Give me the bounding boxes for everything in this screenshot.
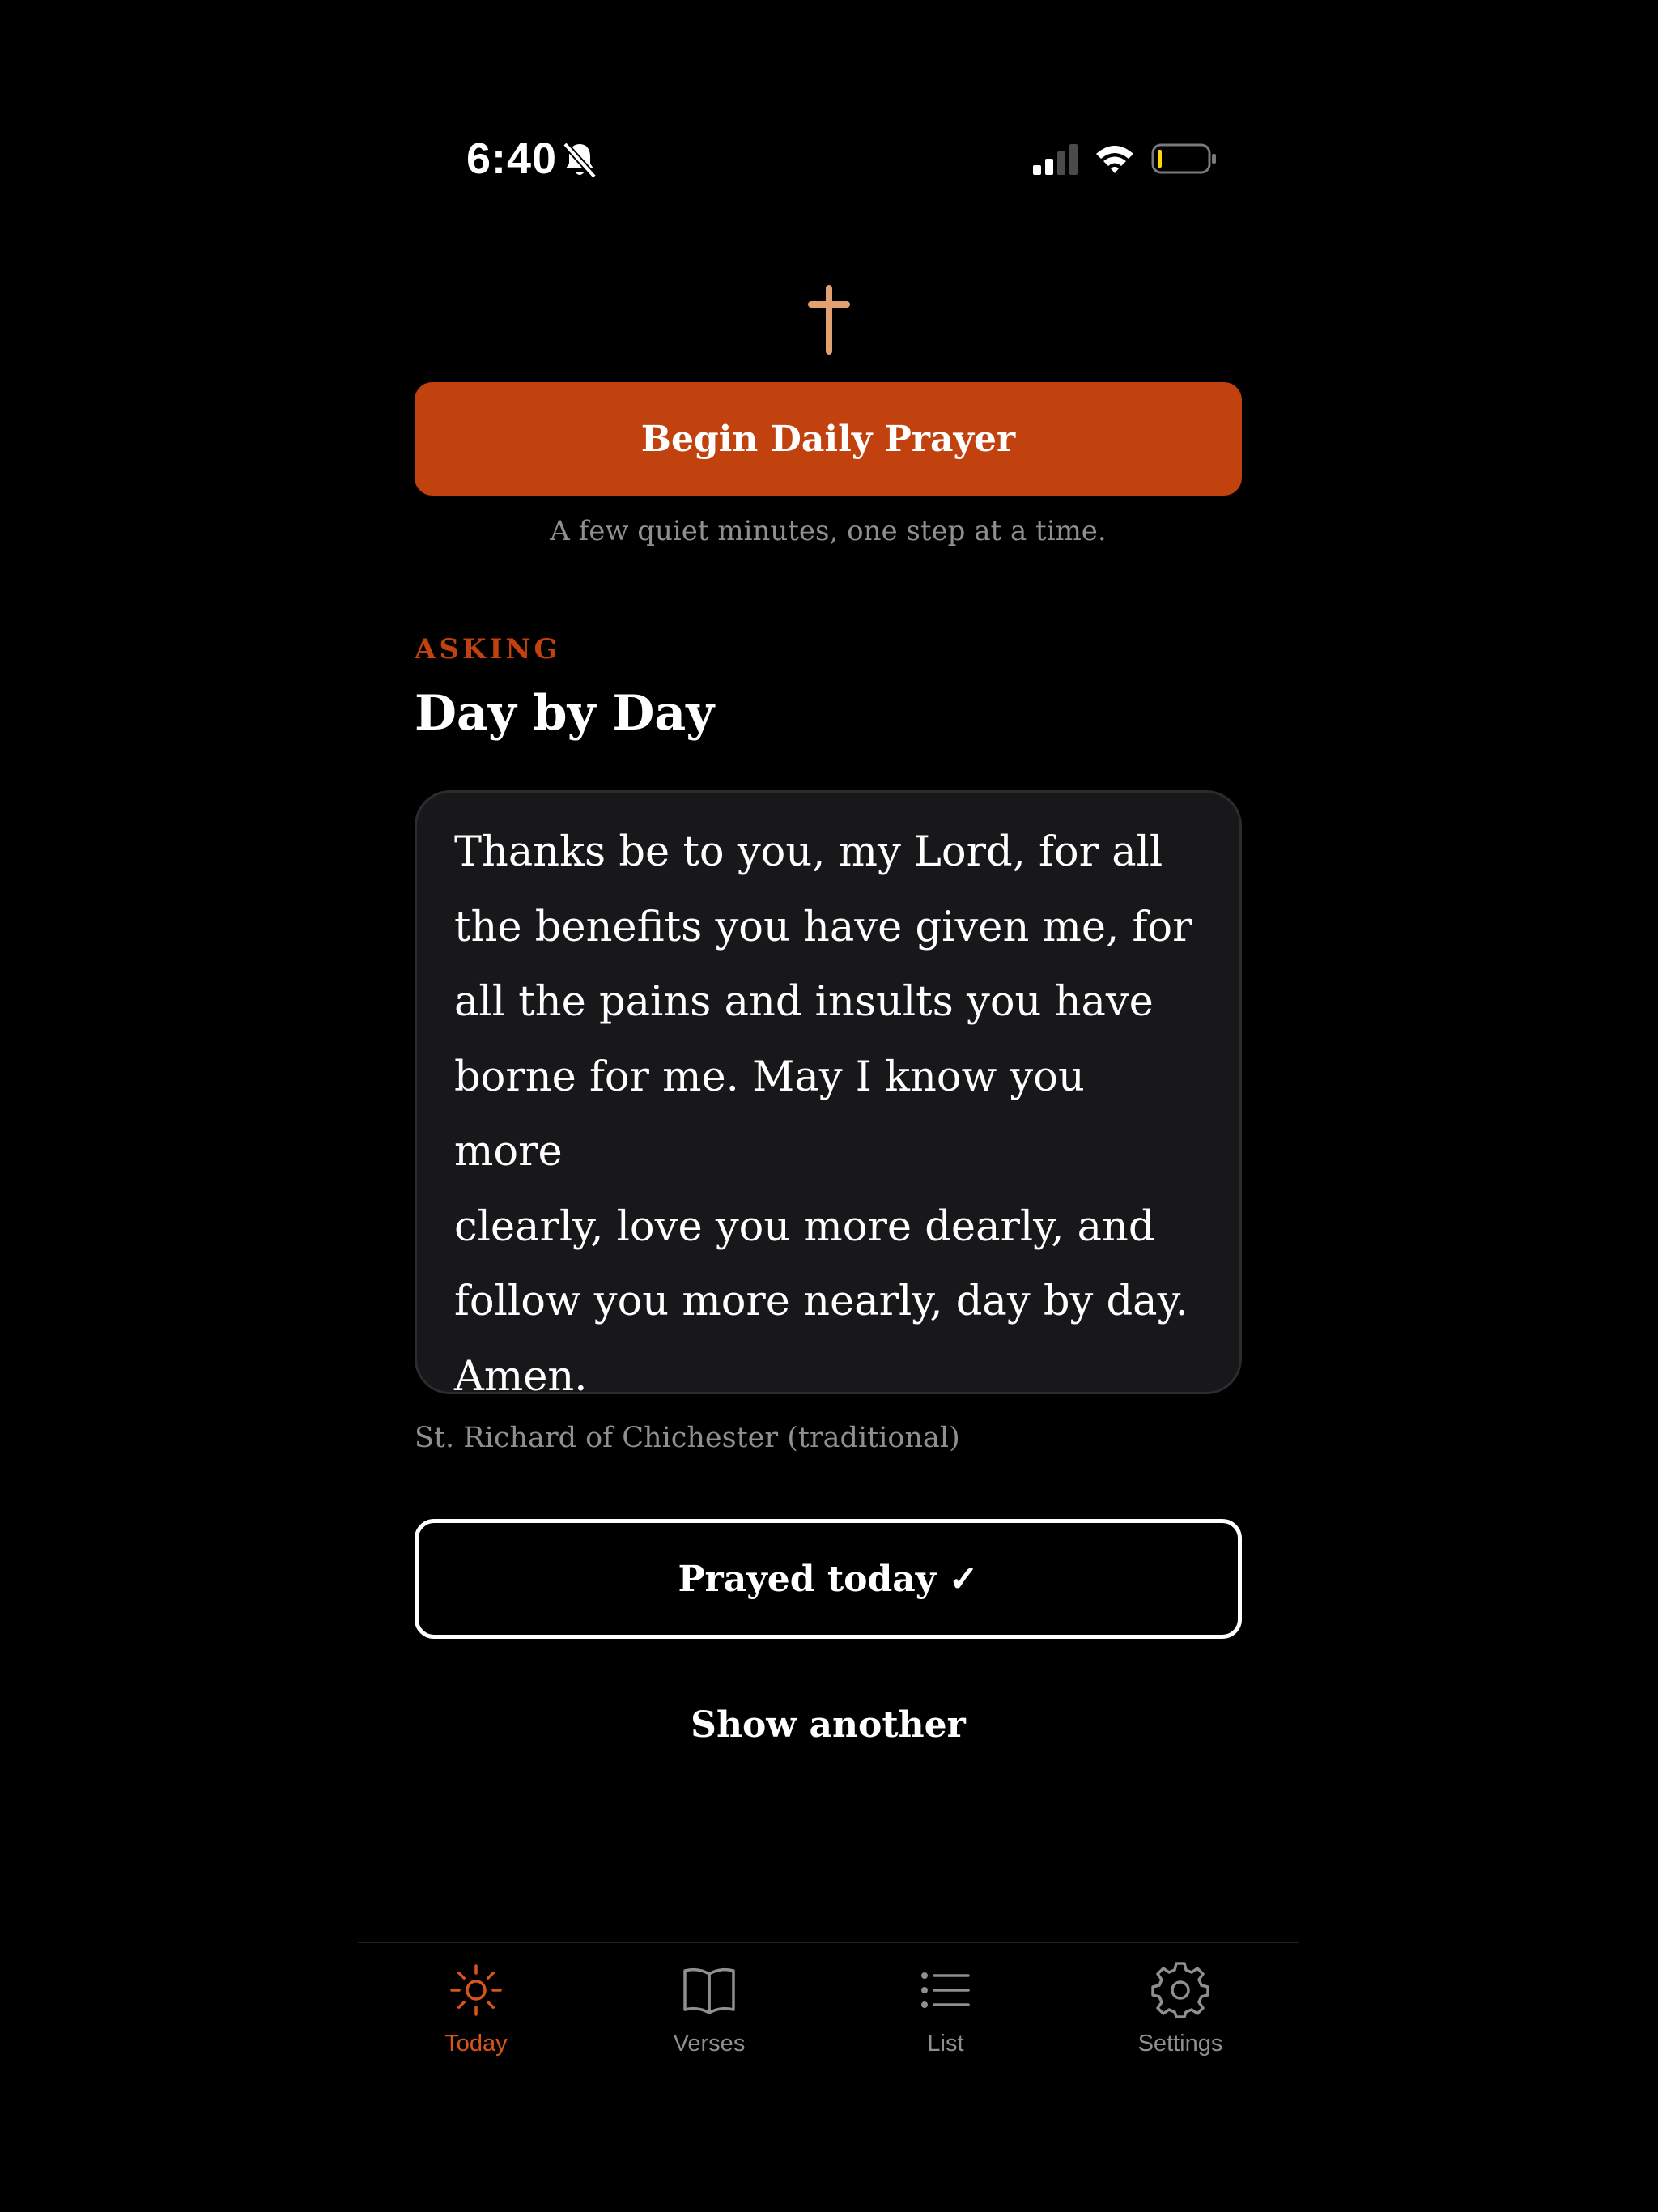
- prayer-line: follow you more nearly, day by day.: [454, 1278, 1188, 1325]
- gear-icon: [1151, 1962, 1209, 2018]
- prayer-line: Amen.: [454, 1352, 588, 1401]
- battery-icon: [1151, 143, 1216, 174]
- tab-today[interactable]: Today: [387, 1961, 565, 2082]
- begin-subtitle: A few quiet minutes, one step at a time.: [550, 515, 1107, 547]
- status-bar: 6:40: [0, 0, 1658, 194]
- tab-label: List: [927, 2031, 964, 2057]
- prayer-title: Day by Day: [414, 685, 715, 742]
- tab-label: Today: [444, 2031, 508, 2057]
- tab-label: Verses: [673, 2031, 746, 2057]
- prayer-line: Thanks be to you, my Lord, for all: [454, 828, 1163, 876]
- prayed-today-button[interactable]: Prayed today ✓: [414, 1519, 1242, 1639]
- status-time: 6:40: [466, 134, 558, 183]
- tab-verses[interactable]: Verses: [620, 1961, 798, 2082]
- signal-icon: [1033, 144, 1078, 175]
- prayer-card: Thanks be to you, my Lord, for all the b…: [414, 790, 1242, 1401]
- tab-list[interactable]: List: [857, 1961, 1035, 2082]
- list-icon: [921, 1972, 970, 2008]
- prayer-line: borne for me. May I know you more: [454, 1053, 1085, 1176]
- begin-daily-prayer-button[interactable]: Begin Daily Prayer: [414, 382, 1242, 496]
- prayer-category: ASKING: [414, 633, 561, 666]
- wifi-icon: [1096, 146, 1133, 173]
- prayer-line: the benefits you have given me, for: [454, 903, 1192, 951]
- book-icon: [683, 1967, 735, 2014]
- prayer-text: Thanks be to you, my Lord, for all the b…: [454, 815, 1202, 1414]
- prayer-line: all the pains and insults you have: [454, 978, 1154, 1026]
- show-another-button[interactable]: Show another: [414, 1694, 1242, 1755]
- cross-icon: [808, 285, 850, 355]
- tab-label: Settings: [1137, 2031, 1223, 2057]
- tab-bar: Today Verses List Settings: [358, 1942, 1299, 2104]
- tab-settings[interactable]: Settings: [1091, 1961, 1269, 2082]
- bell-off-icon: [563, 142, 597, 179]
- sun-icon: [450, 1964, 502, 2016]
- prayer-attribution: St. Richard of Chichester (traditional): [414, 1422, 960, 1454]
- prayer-line: clearly, love you more dearly, and: [454, 1202, 1155, 1251]
